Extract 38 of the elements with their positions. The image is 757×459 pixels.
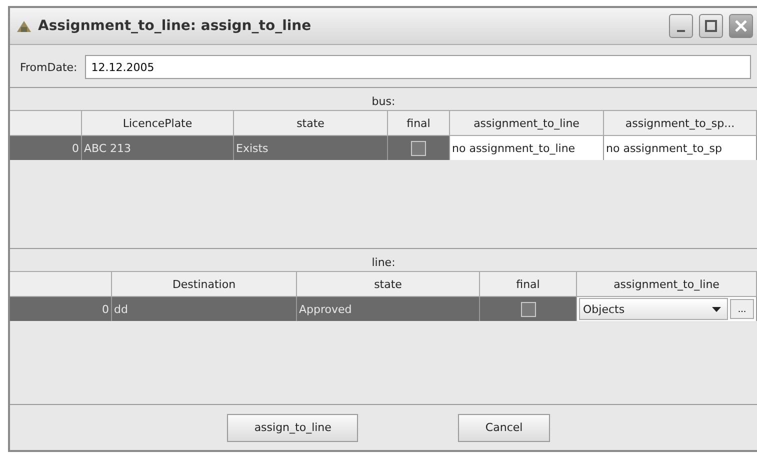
row-number: 0: [10, 136, 82, 160]
field-label: FromDate:: [20, 60, 78, 74]
minimize-button[interactable]: [669, 14, 693, 38]
app-icon: [16, 19, 32, 33]
window-title: Assignment_to_line: assign_to_line: [38, 18, 312, 34]
column-header[interactable]: state: [234, 110, 388, 136]
row-number: 0: [10, 297, 112, 321]
column-header[interactable]: [10, 110, 82, 136]
caret-icon: [712, 306, 721, 312]
close-icon: [735, 20, 747, 32]
table-caption: line:: [372, 256, 396, 269]
table-cell: no assignment_to_line: [450, 136, 604, 160]
column-header[interactable]: state: [297, 271, 480, 297]
table-cell: Exists: [234, 136, 388, 160]
table-caption: bus:: [372, 95, 396, 108]
maximize-icon: [705, 20, 717, 32]
browse-button[interactable]: ...: [730, 299, 754, 319]
column-header[interactable]: final: [480, 271, 577, 297]
table-cell: dd: [112, 297, 297, 321]
checkbox[interactable]: [520, 302, 536, 316]
dialog-button[interactable]: Cancel: [458, 414, 550, 442]
column-header[interactable]: final: [388, 110, 450, 136]
checkbox[interactable]: [411, 140, 426, 156]
column-header[interactable]: assignment_to_sp...: [604, 110, 757, 136]
date-field[interactable]: 12.12.2005: [85, 55, 751, 79]
column-header[interactable]: Destination: [112, 271, 297, 297]
close-button[interactable]: [729, 14, 753, 38]
column-header[interactable]: assignment_to_line: [450, 110, 604, 136]
table-cell: no assignment_to_sp: [604, 136, 757, 160]
table-cell: ABC 213: [82, 136, 234, 160]
minimize-icon: [677, 30, 685, 32]
dialog-button[interactable]: assign_to_line: [227, 414, 358, 442]
maximize-button[interactable]: [699, 14, 723, 38]
table-cell: Approved: [297, 297, 480, 321]
column-header[interactable]: LicencePlate: [82, 110, 234, 136]
column-header[interactable]: [10, 271, 112, 297]
dropdown[interactable]: Objects: [579, 298, 728, 320]
column-header[interactable]: assignment_to_line: [577, 271, 757, 297]
